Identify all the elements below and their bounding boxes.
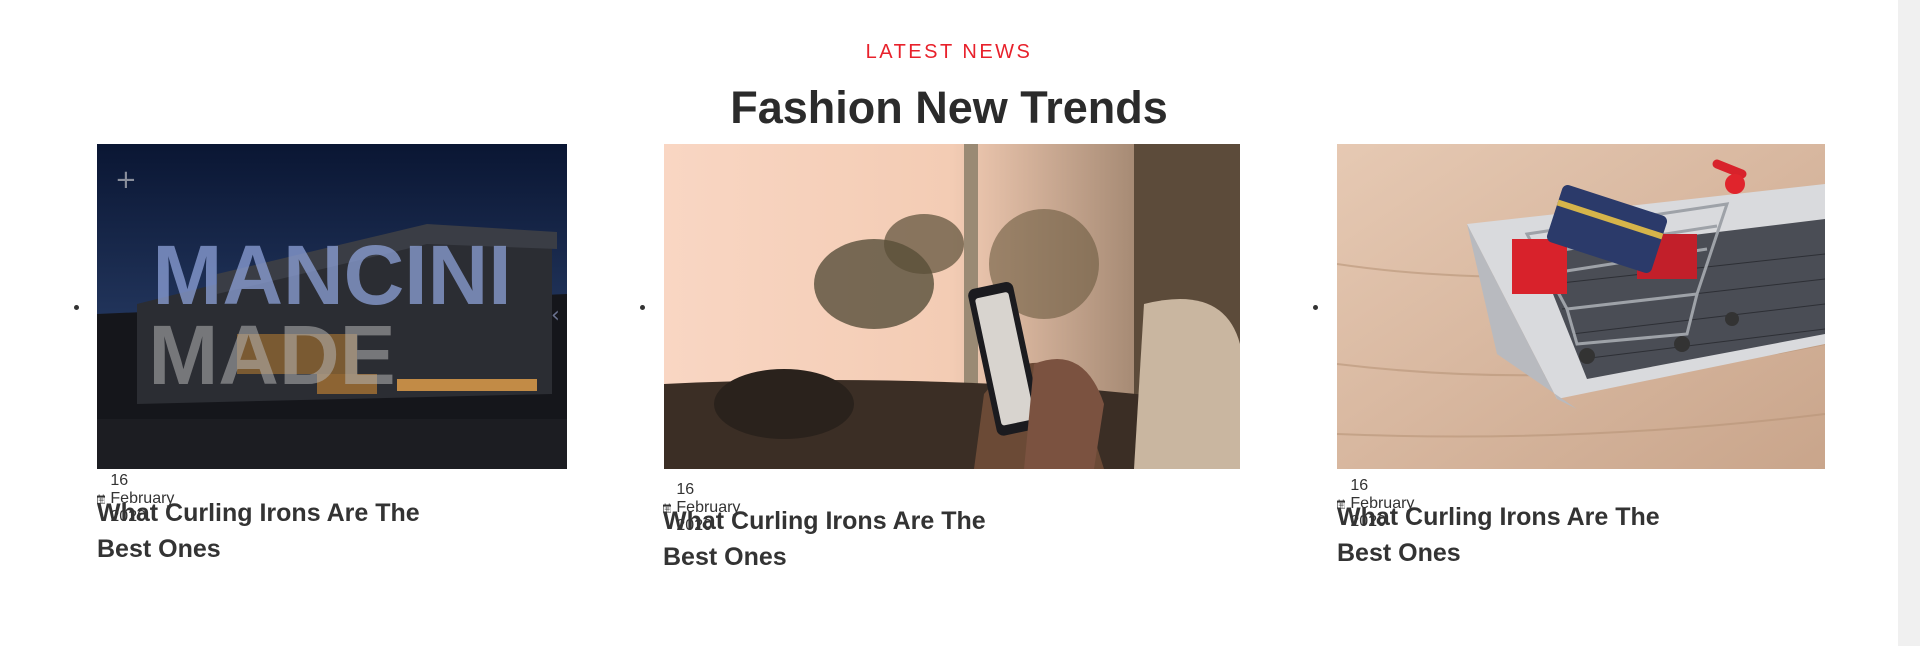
list-bullet [74,305,79,310]
svg-text:‹: ‹ [551,303,560,328]
phone-on-couch-photo [664,144,1240,469]
post-title-2[interactable]: What Curling Irons Are The Best Ones [663,503,1023,575]
scrollbar-track[interactable] [1898,0,1920,646]
post-image-3[interactable] [1337,144,1825,469]
architecture-photo: MANCINI MADE + ‹ [97,144,567,469]
section-heading: Fashion New Trends [730,82,1168,133]
post-1-logo-line2: MADE [148,308,395,402]
post-title-3[interactable]: What Curling Irons Are The Best Ones [1337,499,1697,571]
post-image-1[interactable]: MANCINI MADE + ‹ [97,144,567,469]
list-bullet [640,305,645,310]
list-bullet [1313,305,1318,310]
svg-text:+: + [115,165,137,195]
post-title-1[interactable]: What Curling Irons Are The Best Ones [97,495,457,567]
post-image-2[interactable] [664,144,1240,469]
section-eyebrow: LATEST NEWS [865,41,1033,63]
shopping-cart-laptop-photo [1337,144,1825,469]
